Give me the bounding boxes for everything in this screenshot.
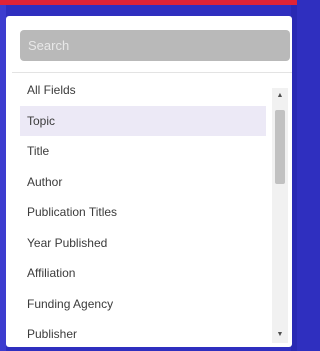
top-accent-strip [0,0,297,5]
option-year-published[interactable]: Year Published [20,228,266,259]
arrow-up-icon[interactable]: ▲ [272,88,288,104]
search-field-dropdown: All Fields Topic Title Author Publicatio… [6,16,292,347]
option-topic[interactable]: Topic [20,105,266,136]
search-input[interactable] [20,30,290,61]
field-options-list: All Fields Topic Title Author Publicatio… [12,72,292,348]
options-container: All Fields Topic Title Author Publicatio… [20,75,266,348]
option-all-fields[interactable]: All Fields [20,75,266,106]
list-scrollbar[interactable]: ▲ ▼ [272,88,288,343]
option-funding-agency[interactable]: Funding Agency [20,289,266,320]
option-publisher[interactable]: Publisher [20,319,266,348]
option-title[interactable]: Title [20,136,266,167]
option-affiliation[interactable]: Affiliation [20,258,266,289]
arrow-down-icon[interactable]: ▼ [272,327,288,343]
option-publication-titles[interactable]: Publication Titles [20,197,266,228]
option-author[interactable]: Author [20,167,266,198]
scrollbar-thumb[interactable] [275,110,285,184]
